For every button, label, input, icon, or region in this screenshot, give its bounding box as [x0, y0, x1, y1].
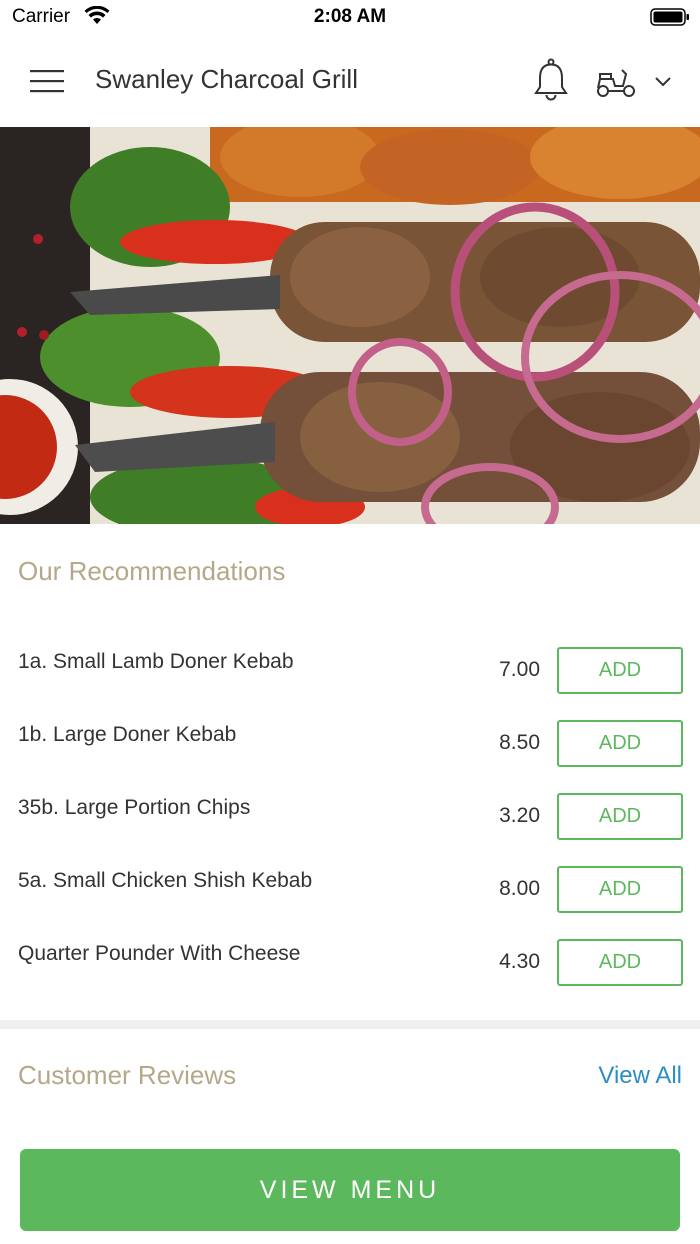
item-price: 4.30: [499, 950, 540, 973]
reviews-title: Customer Reviews: [18, 1060, 237, 1090]
add-button[interactable]: ADD: [557, 647, 683, 694]
item-price: 8.00: [499, 877, 540, 900]
item-name: 5a. Small Chicken Shish Kebab: [18, 869, 313, 892]
item-name: 35b. Large Portion Chips: [18, 796, 251, 819]
list-item: 35b. Large Portion Chips 3.20 ADD: [0, 786, 700, 859]
section-divider: [0, 1020, 700, 1029]
view-menu-button[interactable]: VIEW MENU: [20, 1149, 680, 1231]
item-name: 1a. Small Lamb Doner Kebab: [18, 650, 294, 673]
scooter-icon[interactable]: [595, 66, 637, 98]
add-button[interactable]: ADD: [557, 939, 683, 986]
hero-food-image: [0, 127, 700, 524]
kebab-platter-image: [0, 127, 700, 524]
item-price: 8.50: [499, 731, 540, 754]
bell-icon[interactable]: [532, 58, 570, 102]
clock: 2:08 AM: [313, 6, 387, 27]
list-item: 1a. Small Lamb Doner Kebab 7.00 ADD: [0, 640, 700, 713]
add-button[interactable]: ADD: [557, 793, 683, 840]
recommendations-list: 1a. Small Lamb Doner Kebab 7.00 ADD 1b. …: [0, 640, 700, 1005]
add-button[interactable]: ADD: [557, 866, 683, 913]
item-name: Quarter Pounder With Cheese: [18, 942, 301, 965]
chevron-down-icon[interactable]: [654, 76, 672, 88]
list-item: Quarter Pounder With Cheese 4.30 ADD: [0, 932, 700, 1005]
app-header: Swanley Charcoal Grill: [0, 36, 700, 126]
status-bar: Carrier 2:08 AM: [0, 0, 700, 36]
view-all-link[interactable]: View All: [598, 1062, 682, 1090]
recommendations-title: Our Recommendations: [18, 556, 286, 586]
item-price: 7.00: [499, 658, 540, 681]
list-item: 5a. Small Chicken Shish Kebab 8.00 ADD: [0, 859, 700, 932]
item-price: 3.20: [499, 804, 540, 827]
page-title: Swanley Charcoal Grill: [95, 64, 358, 94]
battery-icon: [650, 8, 689, 26]
list-item: 1b. Large Doner Kebab 8.50 ADD: [0, 713, 700, 786]
menu-icon[interactable]: [30, 68, 64, 94]
item-name: 1b. Large Doner Kebab: [18, 723, 237, 746]
add-button[interactable]: ADD: [557, 720, 683, 767]
